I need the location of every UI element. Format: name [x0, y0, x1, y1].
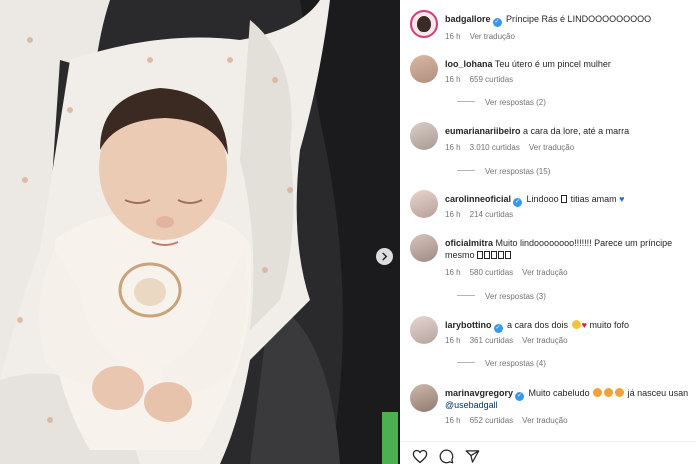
mention-link[interactable]: @usebadgall — [445, 400, 498, 410]
comment-body-continued: titias amam — [570, 194, 617, 204]
username[interactable]: eumarianariibeiro — [445, 126, 521, 136]
heart-eyes-emoji-icon — [615, 388, 625, 397]
username[interactable]: carolinneoficial — [445, 194, 511, 204]
timestamp: 16 h — [445, 336, 461, 345]
unknown-emoji-icon — [561, 195, 568, 203]
timestamp: 16 h — [445, 268, 461, 277]
verified-badge-icon: ✓ — [492, 18, 502, 27]
verified-badge-icon: ✓ — [513, 198, 523, 207]
red-heart-emoji-icon: ♥ — [581, 320, 587, 330]
comment-body: Muito cabeludo — [528, 388, 590, 398]
timestamp: 16 h — [445, 210, 461, 219]
avatar[interactable] — [410, 234, 438, 262]
post-actions — [412, 449, 480, 464]
translate-link[interactable]: Ver tradução — [470, 32, 515, 41]
view-replies-link[interactable]: Ver respostas (3) — [457, 292, 546, 302]
timestamp: 16 h — [445, 32, 461, 41]
likes-count[interactable]: 3.010 curtidas — [470, 143, 520, 152]
username[interactable]: oficialmitra — [445, 238, 493, 248]
view-replies-link[interactable]: Ver respostas (15) — [457, 167, 550, 177]
next-photo-button[interactable] — [376, 248, 393, 265]
caption-body: Príncipe Rás é LINDOOOOOOOOO — [506, 14, 652, 24]
avatar[interactable] — [410, 122, 438, 150]
translate-link[interactable]: Ver tradução — [522, 268, 567, 277]
post-photo — [0, 0, 400, 464]
comment-mention-line: @usebadgall — [445, 399, 690, 411]
heart-eyes-emoji-icon — [604, 388, 614, 397]
laughing-emoji-icon — [571, 320, 581, 329]
blue-heart-emoji-icon: ♥ — [619, 194, 625, 204]
username[interactable]: marinavgregory — [445, 388, 513, 398]
view-replies-link[interactable]: Ver respostas (4) — [457, 359, 546, 369]
comment-body: a cara da lore, até a marra — [523, 126, 630, 136]
caption-meta: 16 h Ver tradução — [445, 32, 524, 42]
avatar[interactable] — [410, 55, 438, 83]
comment-text: carolinneoficial ✓ Lindooo titias amam ♥ — [445, 193, 690, 207]
heart-icon[interactable] — [412, 449, 428, 464]
comment-body-continued: muito fofo — [589, 320, 629, 330]
translate-link[interactable]: Ver tradução — [522, 336, 567, 345]
unknown-emoji-icon — [477, 250, 512, 260]
comment-text: eumarianariibeiro a cara da lore, até a … — [445, 125, 690, 137]
comment-text: larybottino ✓ a cara dos dois ♥ muito fof… — [445, 319, 690, 333]
baby-photo-illustration — [0, 0, 400, 464]
likes-count[interactable]: 652 curtidas — [470, 416, 514, 425]
username[interactable]: larybottino — [445, 320, 492, 330]
view-replies-link[interactable]: Ver respostas (2) — [457, 98, 546, 108]
comment-meta: 16 h 3.010 curtidas Ver tradução — [445, 143, 583, 153]
comment-body: Lindooo — [526, 194, 559, 204]
likes-count[interactable]: 214 curtidas — [470, 210, 514, 219]
comment-meta: 16 h 652 curtidas Ver tradução — [445, 416, 577, 426]
comment-meta: 16 h 659 curtidas — [445, 75, 522, 85]
comment-meta: 16 h 214 curtidas — [445, 210, 522, 220]
timestamp: 16 h — [445, 416, 461, 425]
timestamp: 16 h — [445, 143, 461, 152]
heart-eyes-emoji-icon — [593, 388, 603, 397]
comments-panel: badgallore ✓ Príncipe Rás é LINDOOOOOOOOO… — [400, 0, 696, 464]
comment-text: oficialmitra Muito lindoooooooo!!!!!!! P… — [445, 237, 690, 261]
verified-badge-icon: ✓ — [493, 324, 503, 333]
username[interactable]: badgallore — [445, 14, 491, 24]
timestamp: 16 h — [445, 75, 461, 84]
caption-text: badgallore ✓ Príncipe Rás é LINDOOOOOOOOO — [445, 13, 690, 27]
share-icon[interactable] — [465, 449, 480, 464]
avatar[interactable] — [410, 190, 438, 218]
comment-body: Teu útero é um pincel mulher — [494, 59, 611, 69]
avatar[interactable] — [410, 316, 438, 344]
username[interactable]: loo_lohana — [445, 59, 493, 69]
comment-meta: 16 h 361 curtidas Ver tradução — [445, 336, 577, 346]
translate-link[interactable]: Ver tradução — [522, 416, 567, 425]
translate-link[interactable]: Ver tradução — [529, 143, 574, 152]
avatar[interactable] — [410, 384, 438, 412]
actions-divider — [400, 441, 696, 442]
likes-count[interactable]: 361 curtidas — [470, 336, 514, 345]
comment-icon[interactable] — [439, 449, 454, 464]
avatar[interactable] — [410, 10, 438, 38]
chevron-right-icon — [382, 252, 388, 261]
comment-text: loo_lohana Teu útero é um pincel mulher — [445, 58, 690, 70]
comment-meta: 16 h 580 curtidas Ver tradução — [445, 268, 577, 278]
comment-body-continued: já nasceu usan — [627, 388, 689, 398]
likes-count[interactable]: 580 curtidas — [470, 268, 514, 277]
comment-body: a cara dos dois — [507, 320, 569, 330]
likes-count[interactable]: 659 curtidas — [470, 75, 514, 84]
